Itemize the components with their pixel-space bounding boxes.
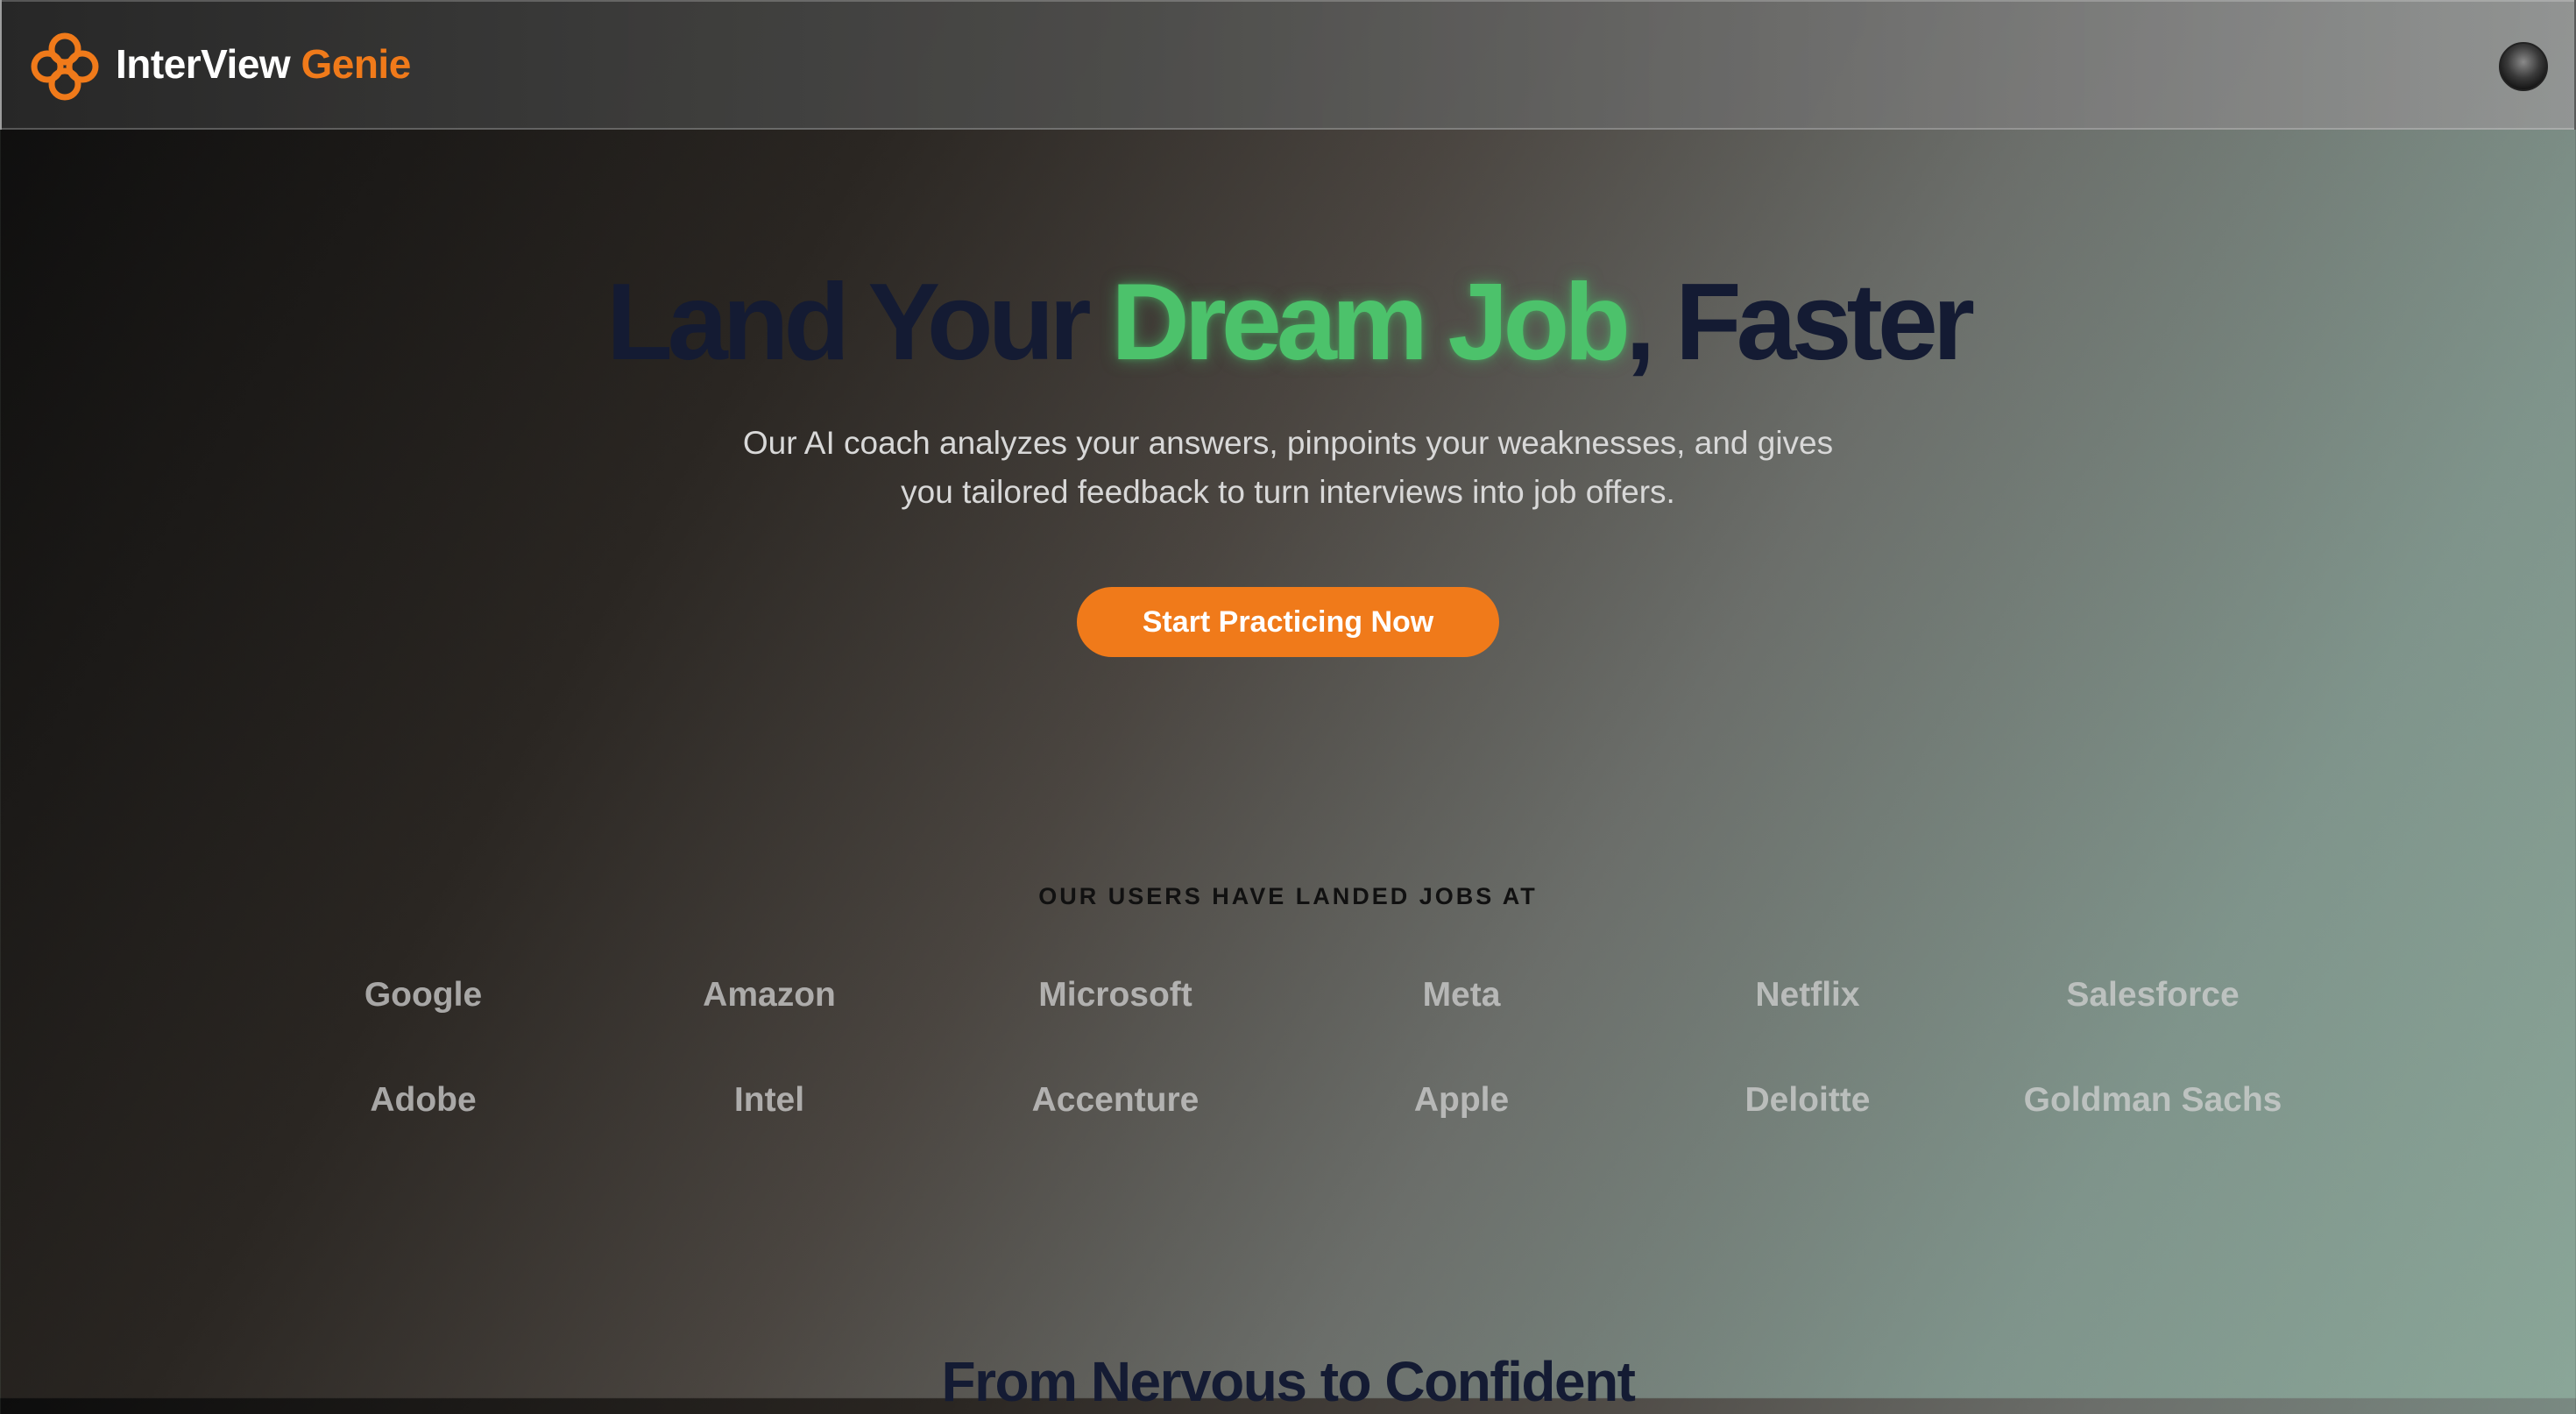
company-deloitte: Deloitte xyxy=(1744,1081,1871,1119)
brand-logo-text[interactable]: InterView Genie xyxy=(116,40,411,88)
company-microsoft: Microsoft xyxy=(1038,976,1192,1014)
hero-title-highlight: Dream Job xyxy=(1111,262,1631,383)
brand-name-accent: Genie xyxy=(301,41,411,87)
hero-title: Land Your Dream Job, Faster xyxy=(0,263,2576,382)
company-apple: Apple xyxy=(1413,1081,1510,1119)
company-amazon: Amazon xyxy=(703,976,836,1014)
company-adobe: Adobe xyxy=(370,1081,477,1119)
flower-knot-icon[interactable] xyxy=(28,30,102,103)
brand-name: InterView xyxy=(116,41,291,87)
user-avatar-icon[interactable] xyxy=(2499,42,2548,91)
top-navbar: InterView Genie xyxy=(0,0,2576,130)
hero-title-part1: Land Your xyxy=(605,262,1112,383)
company-meta: Meta xyxy=(1422,976,1501,1014)
company-google: Google xyxy=(364,976,483,1014)
companies-heading: OUR USERS HAVE LANDED JOBS AT xyxy=(1038,883,1538,909)
hero-subtitle-line2: you tailored feedback to turn interviews… xyxy=(901,474,1675,510)
section-heading: From Nervous to Confident xyxy=(941,1350,1636,1413)
hero-title-part2: , Faster xyxy=(1624,262,1975,383)
start-practicing-button[interactable]: Start Practicing Now xyxy=(1077,587,1499,657)
company-salesforce: Salesforce xyxy=(2066,976,2240,1014)
company-netflix: Netflix xyxy=(1755,976,1860,1014)
hero-subtitle: Our AI coach analyzes your answers, pinp… xyxy=(631,419,1945,517)
company-goldman-sachs: Goldman Sachs xyxy=(2023,1081,2282,1119)
company-accenture: Accenture xyxy=(1031,1081,1200,1119)
hero-subtitle-line1: Our AI coach analyzes your answers, pinp… xyxy=(742,425,1834,461)
company-intel: Intel xyxy=(733,1081,805,1119)
